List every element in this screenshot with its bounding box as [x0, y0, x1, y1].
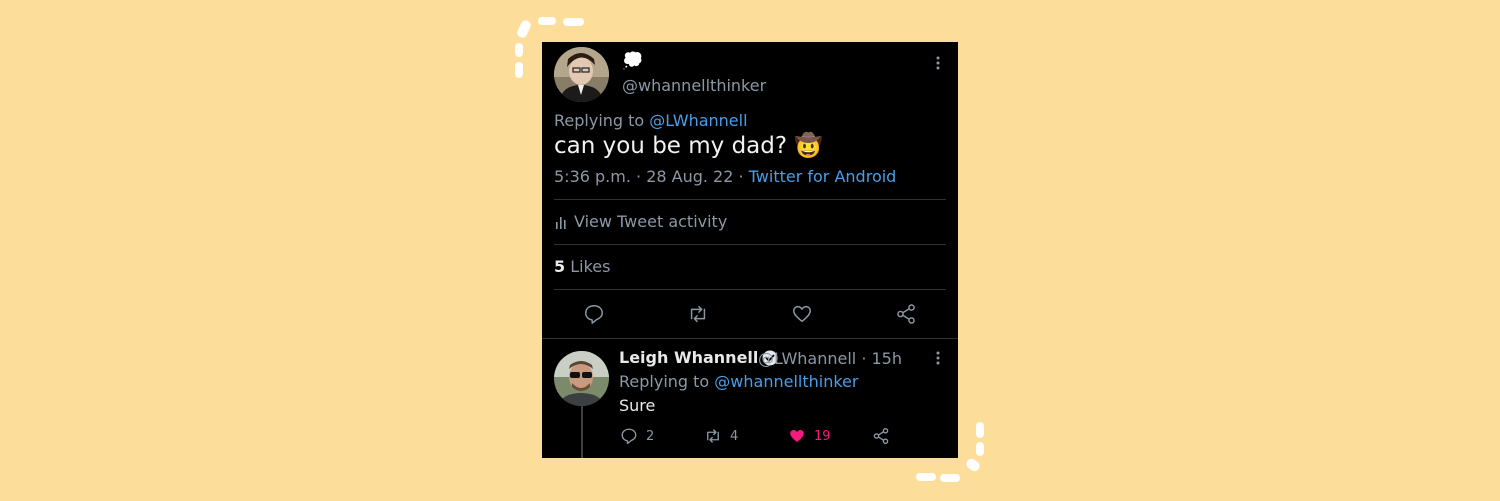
reply-replying-to: Replying to @whannellthinker	[619, 372, 858, 391]
replying-to-link[interactable]: @LWhannell	[649, 111, 747, 130]
view-tweet-activity-button[interactable]: View Tweet activity	[554, 212, 727, 231]
tweet-source-link[interactable]: Twitter for Android	[749, 167, 897, 186]
more-vertical-icon[interactable]	[931, 55, 945, 74]
display-name-emoji: 💭	[622, 51, 644, 71]
more-vertical-icon[interactable]	[931, 350, 945, 369]
likes-count: 5	[554, 257, 566, 276]
share-icon	[873, 427, 889, 445]
divider	[554, 244, 946, 245]
reply-handle-time[interactable]: @LWhannell · 15h	[758, 349, 902, 368]
reply-author-name-text: Leigh Whannell	[619, 348, 759, 367]
reply-retweet-button[interactable]: 4	[704, 427, 738, 445]
tweet-meta: 5:36 p.m. · 28 Aug. 22 · Twitter for And…	[554, 167, 896, 186]
share-icon[interactable]	[895, 303, 917, 325]
reply-like-button[interactable]: 19	[788, 427, 831, 445]
author-handle[interactable]: @whannellthinker	[622, 76, 766, 95]
retweet-icon	[707, 429, 719, 443]
divider	[554, 199, 946, 200]
reply-replying-to-link[interactable]: @whannellthinker	[714, 372, 858, 391]
heart-icon[interactable]	[791, 303, 813, 325]
avatar[interactable]	[554, 47, 609, 102]
divider	[542, 338, 958, 339]
tweet-timestamp[interactable]: 5:36 p.m. · 28 Aug. 22 ·	[554, 167, 744, 186]
reply-avatar-image	[554, 351, 609, 406]
likes-label: Likes	[570, 257, 611, 276]
reply-share-button[interactable]	[872, 427, 890, 445]
bar-chart-icon	[556, 216, 566, 229]
reply-replying-prefix: Replying to	[619, 372, 710, 391]
thread-line	[581, 405, 583, 458]
retweet-count: 4	[730, 428, 739, 444]
avatar-image	[554, 47, 609, 102]
divider	[554, 289, 946, 290]
reply-icon[interactable]	[583, 303, 605, 325]
like-count: 19	[814, 428, 831, 444]
tweet-card: 💭 @whannellthinker Replying to @LWhannel…	[542, 42, 958, 458]
activity-label: View Tweet activity	[574, 212, 728, 231]
reply-count: 2	[646, 428, 655, 444]
retweet-icon[interactable]	[687, 303, 709, 325]
replying-to: Replying to @LWhannell	[554, 111, 748, 130]
reply-text: Sure	[619, 396, 656, 415]
reply-author-name[interactable]: Leigh Whannell	[619, 348, 778, 367]
heart-icon	[790, 430, 804, 442]
tweet-text: can you be my dad? 🤠	[554, 133, 824, 159]
reply-icon	[621, 428, 637, 445]
likes-count-link[interactable]: 5 Likes	[554, 257, 610, 276]
reply-reply-button[interactable]: 2	[620, 427, 654, 445]
reply-avatar[interactable]	[554, 351, 609, 406]
replying-prefix: Replying to	[554, 111, 645, 130]
